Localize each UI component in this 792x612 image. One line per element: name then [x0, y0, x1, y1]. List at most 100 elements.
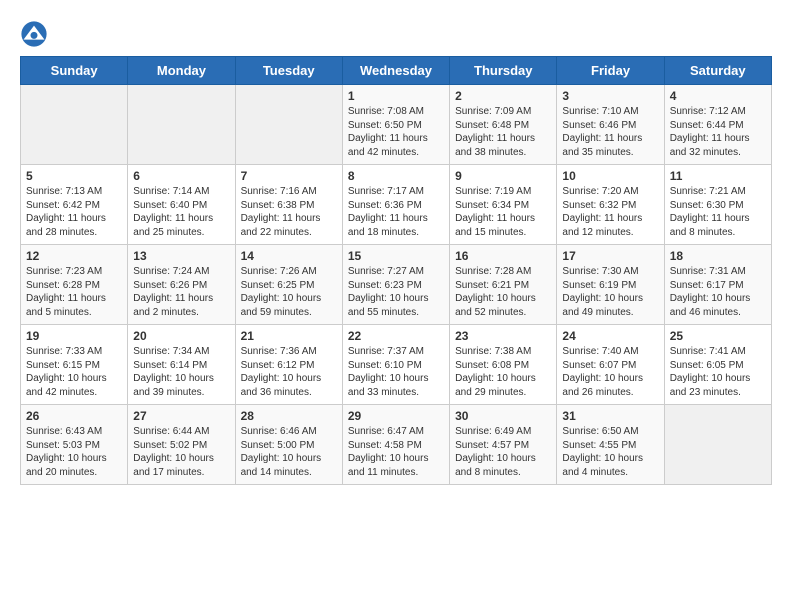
calendar-cell: 6Sunrise: 7:14 AM Sunset: 6:40 PM Daylig… [128, 165, 235, 245]
calendar-cell: 9Sunrise: 7:19 AM Sunset: 6:34 PM Daylig… [450, 165, 557, 245]
day-info: Sunrise: 7:34 AM Sunset: 6:14 PM Dayligh… [133, 345, 229, 399]
day-info: Sunrise: 7:28 AM Sunset: 6:21 PM Dayligh… [455, 265, 551, 319]
day-number: 22 [348, 329, 444, 343]
day-number: 24 [562, 329, 658, 343]
week-row-1: 1 Sunrise: 7:08 AM Sunset: 6:50 PM Daylig… [21, 85, 772, 165]
day-info: Sunrise: 7:33 AM Sunset: 6:15 PM Dayligh… [26, 345, 122, 399]
day-info: Sunrise: 7:16 AM Sunset: 6:38 PM Dayligh… [241, 185, 337, 239]
day-info: Sunrise: 6:50 AM Sunset: 4:55 PM Dayligh… [562, 425, 658, 479]
week-row-2: 5Sunrise: 7:13 AM Sunset: 6:42 PM Daylig… [21, 165, 772, 245]
calendar-cell [664, 405, 771, 485]
day-info: Sunrise: 6:44 AM Sunset: 5:02 PM Dayligh… [133, 425, 229, 479]
day-number: 16 [455, 249, 551, 263]
calendar-cell: 29 Sunrise: 6:47 AM Sunset: 4:58 PM Dayli… [342, 405, 449, 485]
calendar-table: SundayMondayTuesdayWednesdayThursdayFrid… [20, 56, 772, 485]
calendar-cell: 11Sunrise: 7:21 AM Sunset: 6:30 PM Dayli… [664, 165, 771, 245]
calendar-cell: 15 Sunrise: 7:27 AM Sunset: 6:23 PM Dayli… [342, 245, 449, 325]
day-number: 8 [348, 169, 444, 183]
day-number: 29 [348, 409, 444, 423]
day-number: 28 [241, 409, 337, 423]
day-info: Sunrise: 6:43 AM Sunset: 5:03 PM Dayligh… [26, 425, 122, 479]
day-info: Sunrise: 7:10 AM Sunset: 6:46 PM Dayligh… [562, 105, 658, 159]
day-number: 1 [348, 89, 444, 103]
week-row-4: 19 Sunrise: 7:33 AM Sunset: 6:15 PM Dayli… [21, 325, 772, 405]
day-info: Sunrise: 7:38 AM Sunset: 6:08 PM Dayligh… [455, 345, 551, 399]
day-info: Sunrise: 7:08 AM Sunset: 6:50 PM Dayligh… [348, 105, 444, 159]
calendar-cell: 1 Sunrise: 7:08 AM Sunset: 6:50 PM Daylig… [342, 85, 449, 165]
calendar-cell: 14 Sunrise: 7:26 AM Sunset: 6:25 PM Dayli… [235, 245, 342, 325]
day-number: 7 [241, 169, 337, 183]
day-number: 15 [348, 249, 444, 263]
day-header-saturday: Saturday [664, 57, 771, 85]
day-number: 13 [133, 249, 229, 263]
day-info: Sunrise: 6:47 AM Sunset: 4:58 PM Dayligh… [348, 425, 444, 479]
calendar-cell: 18Sunrise: 7:31 AM Sunset: 6:17 PM Dayli… [664, 245, 771, 325]
day-number: 30 [455, 409, 551, 423]
day-info: Sunrise: 7:26 AM Sunset: 6:25 PM Dayligh… [241, 265, 337, 319]
calendar-cell: 2Sunrise: 7:09 AM Sunset: 6:48 PM Daylig… [450, 85, 557, 165]
calendar-cell: 22 Sunrise: 7:37 AM Sunset: 6:10 PM Dayli… [342, 325, 449, 405]
calendar-cell: 21 Sunrise: 7:36 AM Sunset: 6:12 PM Dayli… [235, 325, 342, 405]
day-info: Sunrise: 6:46 AM Sunset: 5:00 PM Dayligh… [241, 425, 337, 479]
page: SundayMondayTuesdayWednesdayThursdayFrid… [0, 0, 792, 495]
day-info: Sunrise: 7:23 AM Sunset: 6:28 PM Dayligh… [26, 265, 122, 319]
calendar-cell: 13Sunrise: 7:24 AM Sunset: 6:26 PM Dayli… [128, 245, 235, 325]
day-info: Sunrise: 7:27 AM Sunset: 6:23 PM Dayligh… [348, 265, 444, 319]
calendar-cell [235, 85, 342, 165]
day-number: 17 [562, 249, 658, 263]
day-header-tuesday: Tuesday [235, 57, 342, 85]
day-info: Sunrise: 7:30 AM Sunset: 6:19 PM Dayligh… [562, 265, 658, 319]
day-info: Sunrise: 7:12 AM Sunset: 6:44 PM Dayligh… [670, 105, 766, 159]
calendar-cell: 7 Sunrise: 7:16 AM Sunset: 6:38 PM Daylig… [235, 165, 342, 245]
calendar-cell [128, 85, 235, 165]
day-info: Sunrise: 7:20 AM Sunset: 6:32 PM Dayligh… [562, 185, 658, 239]
day-number: 18 [670, 249, 766, 263]
calendar-cell: 28 Sunrise: 6:46 AM Sunset: 5:00 PM Dayli… [235, 405, 342, 485]
calendar-cell: 16 Sunrise: 7:28 AM Sunset: 6:21 PM Dayli… [450, 245, 557, 325]
calendar-cell: 8 Sunrise: 7:17 AM Sunset: 6:36 PM Daylig… [342, 165, 449, 245]
day-number: 23 [455, 329, 551, 343]
day-number: 19 [26, 329, 122, 343]
day-info: Sunrise: 7:13 AM Sunset: 6:42 PM Dayligh… [26, 185, 122, 239]
calendar-cell: 19 Sunrise: 7:33 AM Sunset: 6:15 PM Dayli… [21, 325, 128, 405]
calendar-cell: 17 Sunrise: 7:30 AM Sunset: 6:19 PM Dayli… [557, 245, 664, 325]
calendar-cell: 30 Sunrise: 6:49 AM Sunset: 4:57 PM Dayli… [450, 405, 557, 485]
day-number: 21 [241, 329, 337, 343]
day-number: 25 [670, 329, 766, 343]
day-header-thursday: Thursday [450, 57, 557, 85]
day-info: Sunrise: 7:36 AM Sunset: 6:12 PM Dayligh… [241, 345, 337, 399]
day-info: Sunrise: 7:09 AM Sunset: 6:48 PM Dayligh… [455, 105, 551, 159]
day-info: Sunrise: 7:40 AM Sunset: 6:07 PM Dayligh… [562, 345, 658, 399]
day-header-monday: Monday [128, 57, 235, 85]
day-info: Sunrise: 7:37 AM Sunset: 6:10 PM Dayligh… [348, 345, 444, 399]
day-number: 20 [133, 329, 229, 343]
calendar-cell: 5Sunrise: 7:13 AM Sunset: 6:42 PM Daylig… [21, 165, 128, 245]
day-number: 14 [241, 249, 337, 263]
day-number: 6 [133, 169, 229, 183]
calendar-cell: 27 Sunrise: 6:44 AM Sunset: 5:02 PM Dayli… [128, 405, 235, 485]
week-row-3: 12Sunrise: 7:23 AM Sunset: 6:28 PM Dayli… [21, 245, 772, 325]
header-row: SundayMondayTuesdayWednesdayThursdayFrid… [21, 57, 772, 85]
day-number: 11 [670, 169, 766, 183]
day-header-wednesday: Wednesday [342, 57, 449, 85]
day-header-sunday: Sunday [21, 57, 128, 85]
calendar-cell [21, 85, 128, 165]
day-number: 26 [26, 409, 122, 423]
day-number: 31 [562, 409, 658, 423]
day-info: Sunrise: 6:49 AM Sunset: 4:57 PM Dayligh… [455, 425, 551, 479]
day-number: 27 [133, 409, 229, 423]
calendar-cell: 4 Sunrise: 7:12 AM Sunset: 6:44 PM Daylig… [664, 85, 771, 165]
day-info: Sunrise: 7:17 AM Sunset: 6:36 PM Dayligh… [348, 185, 444, 239]
logo [20, 20, 52, 48]
header [20, 20, 772, 48]
calendar-cell: 31 Sunrise: 6:50 AM Sunset: 4:55 PM Dayli… [557, 405, 664, 485]
day-number: 4 [670, 89, 766, 103]
calendar-cell: 10 Sunrise: 7:20 AM Sunset: 6:32 PM Dayli… [557, 165, 664, 245]
calendar-cell: 12Sunrise: 7:23 AM Sunset: 6:28 PM Dayli… [21, 245, 128, 325]
day-header-friday: Friday [557, 57, 664, 85]
week-row-5: 26 Sunrise: 6:43 AM Sunset: 5:03 PM Dayli… [21, 405, 772, 485]
calendar-cell: 23 Sunrise: 7:38 AM Sunset: 6:08 PM Dayli… [450, 325, 557, 405]
day-info: Sunrise: 7:19 AM Sunset: 6:34 PM Dayligh… [455, 185, 551, 239]
logo-icon [20, 20, 48, 48]
day-number: 10 [562, 169, 658, 183]
